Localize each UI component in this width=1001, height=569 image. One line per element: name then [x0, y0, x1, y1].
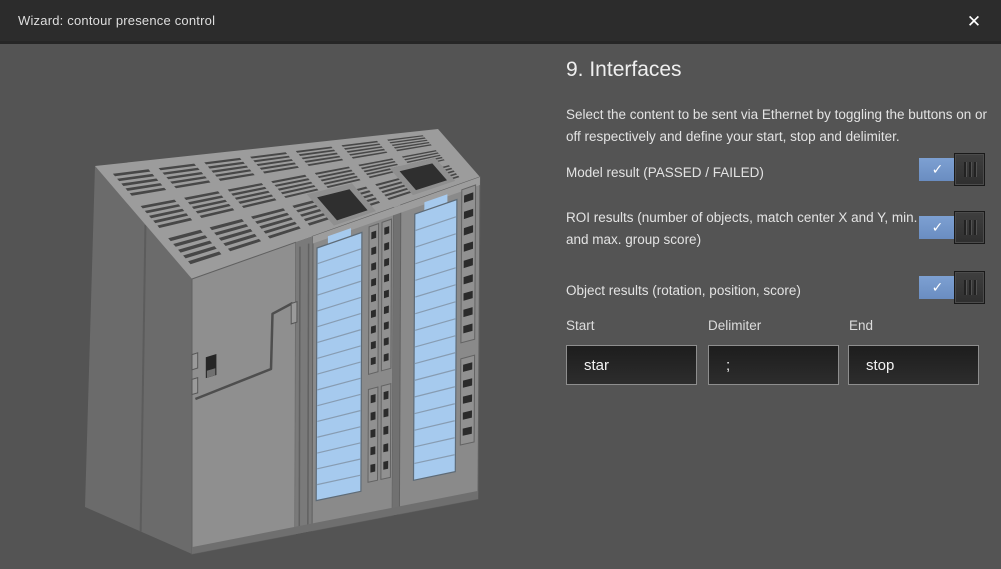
step-title: 9. Interfaces	[566, 58, 682, 82]
check-icon: ✓	[919, 276, 956, 299]
delimiter-input[interactable]	[708, 345, 839, 385]
step-description: Select the content to be sent via Ethern…	[566, 104, 1001, 147]
grip-line	[964, 280, 966, 295]
grip-line	[964, 220, 966, 235]
toggle-label-roi-results: ROI results (number of objects, match ce…	[566, 207, 938, 250]
check-icon: ✓	[919, 216, 956, 239]
grip-line	[964, 162, 966, 177]
end-field-label: End	[849, 318, 873, 333]
grip-line	[969, 280, 971, 295]
toggle-handle[interactable]	[954, 211, 985, 244]
delimiter-field-label: Delimiter	[708, 318, 761, 333]
grip-line	[969, 162, 971, 177]
toggle-label-model-result: Model result (PASSED / FAILED)	[566, 162, 938, 184]
grip-line	[974, 280, 976, 295]
plc-3d-illustration	[55, 119, 525, 569]
close-button[interactable]: ✕	[961, 9, 987, 35]
end-input[interactable]	[848, 345, 979, 385]
titlebar: Wizard: contour presence control ✕	[0, 0, 1001, 44]
window-title: Wizard: contour presence control	[18, 13, 215, 28]
start-input[interactable]	[566, 345, 697, 385]
close-icon: ✕	[967, 12, 981, 31]
start-field-label: Start	[566, 318, 595, 333]
toggle-handle[interactable]	[954, 153, 985, 186]
toggle-roi-results[interactable]: ✓	[919, 211, 985, 244]
check-icon: ✓	[919, 158, 956, 181]
grip-line	[974, 162, 976, 177]
toggle-label-object-results: Object results (rotation, position, scor…	[566, 280, 938, 302]
toggle-object-results[interactable]: ✓	[919, 271, 985, 304]
toggle-handle[interactable]	[954, 271, 985, 304]
toggle-model-result[interactable]: ✓	[919, 153, 985, 186]
grip-line	[969, 220, 971, 235]
grip-line	[974, 220, 976, 235]
